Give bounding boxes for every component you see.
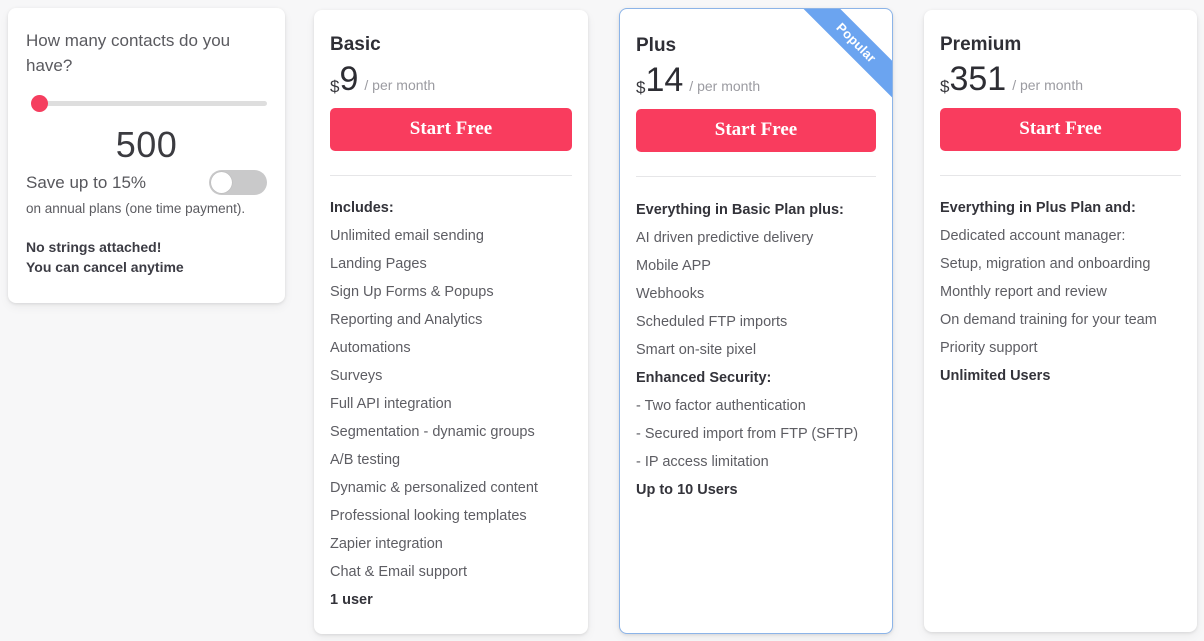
feature-item: Zapier integration xyxy=(330,536,443,552)
start-free-button-plus[interactable]: Start Free xyxy=(636,109,876,152)
feature-item: Priority support xyxy=(940,340,1038,356)
price-currency: $ xyxy=(636,78,646,97)
calculator-question: How many contacts do you have? xyxy=(26,31,231,75)
contacts-calculator-card: How many contacts do you have? 500 Save … xyxy=(8,8,285,303)
feature-item: A/B testing xyxy=(330,452,401,468)
pricing-page: How many contacts do you have? 500 Save … xyxy=(0,0,1204,641)
feature-item: Sign Up Forms & Popups xyxy=(330,284,494,300)
plan-divider xyxy=(330,175,572,176)
feature-item: Dedicated account manager: xyxy=(940,228,1126,244)
feature-item: Reporting and Analytics xyxy=(330,312,483,328)
feature-item: Webhooks xyxy=(636,286,705,302)
no-strings-line-2: You can cancel anytime xyxy=(26,259,184,275)
no-strings-line-1: No strings attached! xyxy=(26,239,162,255)
feature-list-premium: Everything in Plus Plan and: Dedicated ac… xyxy=(940,194,1181,390)
contacts-slider[interactable] xyxy=(26,92,267,114)
feature-list-plus: Everything in Basic Plan plus: AI driven … xyxy=(636,196,876,504)
price-currency: $ xyxy=(940,77,950,96)
feature-item: Surveys xyxy=(330,368,383,384)
slider-track[interactable] xyxy=(32,101,267,106)
plan-card-premium: Premium $ 351 / per month Start Free Eve… xyxy=(924,10,1197,632)
no-strings-note: No strings attached! You can cancel anyt… xyxy=(26,237,267,277)
price-period: / per month xyxy=(1012,77,1084,93)
feature-item: Setup, migration and onboarding xyxy=(940,256,1151,272)
toggle-knob xyxy=(211,172,232,193)
plan-card-plus: Popular Plus $ 14 / per month Start Free… xyxy=(619,8,893,634)
feature-item: 1 user xyxy=(330,592,373,608)
slider-thumb[interactable] xyxy=(31,95,48,112)
plan-title-premium: Premium xyxy=(940,34,1022,55)
plan-title-plus: Plus xyxy=(636,35,677,56)
feature-item: - Two factor authentication xyxy=(636,398,806,414)
annual-plan-note: on annual plans (one time payment). xyxy=(26,201,246,216)
feature-item: Dynamic & personalized content xyxy=(330,480,538,496)
plan-title-basic: Basic xyxy=(330,34,381,55)
feature-item: Smart on-site pixel xyxy=(636,342,757,358)
save-label: Save up to 15% xyxy=(26,172,147,192)
price-amount: 9 xyxy=(339,60,359,98)
price-amount: 351 xyxy=(949,60,1007,98)
feature-item: On demand training for your team xyxy=(940,312,1157,328)
start-free-button-basic[interactable]: Start Free xyxy=(330,108,572,151)
price-currency: $ xyxy=(330,77,340,96)
price-amount: 14 xyxy=(645,61,684,99)
plan-divider xyxy=(636,176,876,177)
feature-item: Unlimited Users xyxy=(940,368,1051,384)
plan-price-premium: $ 351 / per month xyxy=(940,62,1181,96)
feature-list-basic: Includes: Unlimited email sending Landing … xyxy=(330,194,572,614)
feature-item: AI driven predictive delivery xyxy=(636,230,814,246)
feature-item: Landing Pages xyxy=(330,256,427,272)
plan-price-basic: $ 9 / per month xyxy=(330,62,572,96)
feature-item: - Secured import from FTP (SFTP) xyxy=(636,426,859,442)
start-free-button-premium[interactable]: Start Free xyxy=(940,108,1181,151)
feature-item: Professional looking templates xyxy=(330,508,527,524)
feature-item: Unlimited email sending xyxy=(330,228,484,244)
feature-item: Up to 10 Users xyxy=(636,482,738,498)
price-period: / per month xyxy=(364,77,436,93)
plan-card-basic: Basic $ 9 / per month Start Free Include… xyxy=(314,10,588,634)
feature-item: Full API integration xyxy=(330,396,452,412)
feature-item: Enhanced Security: xyxy=(636,370,772,386)
feature-item: - IP access limitation xyxy=(636,454,769,470)
feature-item: Monthly report and review xyxy=(940,284,1107,300)
feature-item: Mobile APP xyxy=(636,258,711,274)
feature-item: Automations xyxy=(330,340,411,356)
contacts-value: 500 xyxy=(115,124,178,165)
feature-item: Everything in Plus Plan and: xyxy=(940,200,1136,216)
feature-item: Segmentation - dynamic groups xyxy=(330,424,535,440)
annual-billing-toggle[interactable] xyxy=(209,170,267,195)
feature-item: Everything in Basic Plan plus: xyxy=(636,202,844,218)
feature-item: Includes: xyxy=(330,200,394,216)
feature-item: Scheduled FTP imports xyxy=(636,314,788,330)
plan-price-plus: $ 14 / per month xyxy=(636,63,876,97)
feature-item: Chat & Email support xyxy=(330,564,468,580)
plan-divider xyxy=(940,175,1181,176)
price-period: / per month xyxy=(689,78,761,94)
annual-save-row: Save up to 15% xyxy=(26,170,267,195)
